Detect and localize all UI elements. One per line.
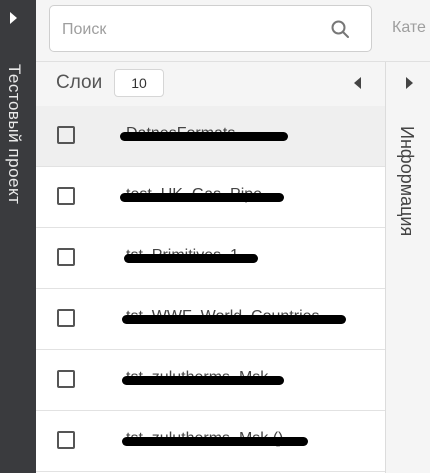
layer-checkbox[interactable]: [57, 431, 75, 449]
redaction-mark: [122, 376, 284, 385]
layer-row[interactable]: tst_Primitives_1: [36, 228, 385, 289]
redaction-mark: [122, 437, 308, 446]
category-filter[interactable]: Кате: [392, 19, 426, 37]
search-box[interactable]: [49, 5, 372, 53]
redaction-mark: [124, 254, 258, 263]
layers-header: Слои 10: [36, 62, 385, 106]
left-sidebar: Тестовый проект: [0, 0, 36, 473]
info-panel-label[interactable]: Информация: [396, 126, 417, 236]
search-icon[interactable]: [331, 20, 349, 38]
search-input[interactable]: [60, 6, 324, 53]
layer-row[interactable]: tst_WWF_World_Countries: [36, 289, 385, 350]
top-toolbar: Кате: [36, 0, 430, 62]
layer-row[interactable]: DatnesFormats: [36, 106, 385, 167]
redaction-mark: [122, 315, 346, 324]
layer-checkbox[interactable]: [57, 126, 75, 144]
layer-list: DatnesFormats test_UK_Gas_Pipe tst_Primi…: [36, 106, 385, 473]
expand-info-icon[interactable]: [406, 77, 413, 89]
expand-sidebar-icon[interactable]: [10, 12, 17, 24]
layer-checkbox[interactable]: [57, 370, 75, 388]
project-title[interactable]: Тестовый проект: [4, 64, 24, 204]
layer-checkbox[interactable]: [57, 309, 75, 327]
layers-title: Слои: [56, 72, 103, 93]
layer-row[interactable]: test_UK_Gas_Pipe: [36, 167, 385, 228]
layer-row[interactable]: tst_zulutherms_Msk: [36, 350, 385, 411]
layer-checkbox[interactable]: [57, 187, 75, 205]
redaction-mark: [120, 193, 284, 202]
collapse-panel-icon[interactable]: [354, 77, 361, 89]
redaction-mark: [120, 132, 288, 141]
layer-row[interactable]: tst_zulutherms_Msk (): [36, 411, 385, 472]
layer-checkbox[interactable]: [57, 248, 75, 266]
layers-count-badge: 10: [114, 69, 164, 97]
info-panel: Информация: [386, 62, 430, 473]
